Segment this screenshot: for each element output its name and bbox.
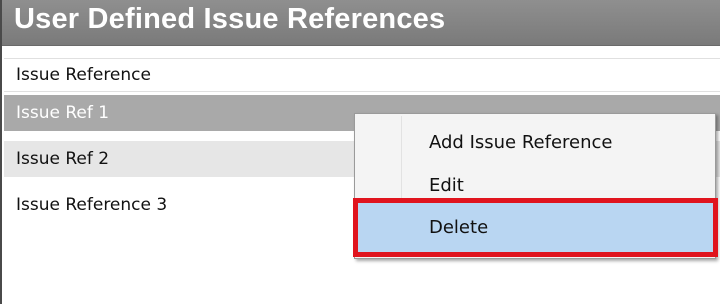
panel-title: User Defined Issue References <box>14 3 446 35</box>
column-header-issue-reference[interactable]: Issue Reference <box>4 58 720 92</box>
menu-item-label: Add Issue Reference <box>429 132 613 153</box>
row-label: Issue Ref 1 <box>16 103 110 123</box>
title-bar: User Defined Issue References <box>2 0 720 46</box>
menu-item-add-issue-reference[interactable]: Add Issue Reference <box>357 122 713 162</box>
row-label: Issue Ref 2 <box>16 149 110 169</box>
row-label: Issue Reference 3 <box>16 195 168 215</box>
annotation-highlight-box <box>353 198 718 257</box>
menu-item-label: Edit <box>429 175 464 196</box>
column-header-label: Issue Reference <box>16 65 151 85</box>
